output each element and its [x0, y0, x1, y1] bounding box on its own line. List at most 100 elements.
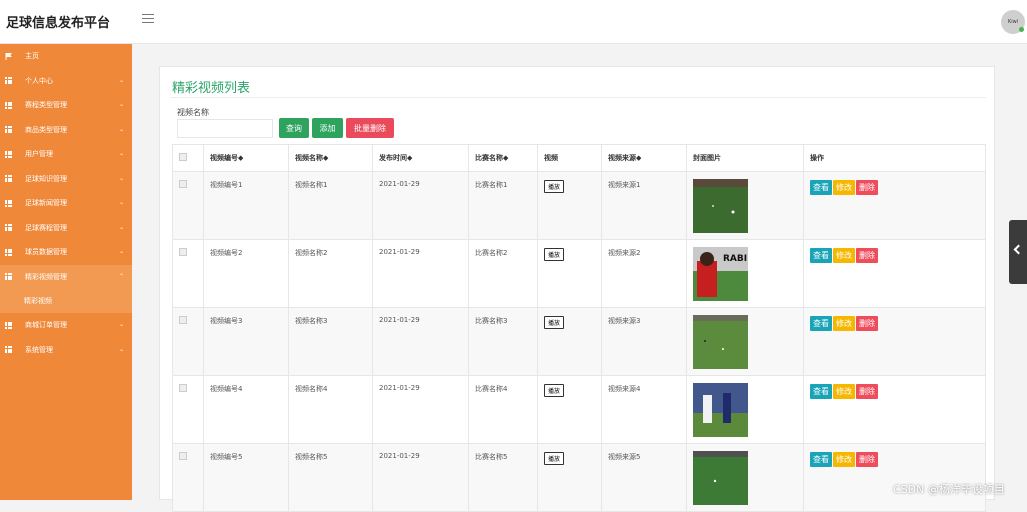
- avatar[interactable]: Kiwi: [1001, 10, 1025, 34]
- play-button[interactable]: 播放: [544, 452, 565, 465]
- row-checkbox[interactable]: [179, 384, 187, 392]
- match-name: 比赛名称4: [468, 375, 538, 444]
- delete-button[interactable]: 删除: [856, 316, 878, 331]
- search-button[interactable]: 查询: [279, 118, 309, 138]
- side-drawer-toggle[interactable]: [1009, 220, 1027, 284]
- publish-date: 2021-01-29: [372, 443, 469, 512]
- thumb-caption: RABI: [723, 254, 747, 264]
- sidebar-item-label: 主页: [25, 52, 39, 61]
- col-header[interactable]: 视频名称◆: [288, 144, 373, 172]
- row-select-cell: [172, 307, 204, 376]
- edit-button[interactable]: 修改: [833, 248, 855, 263]
- video-cell: 播放: [537, 307, 602, 376]
- chevron-down-icon: ⌄: [118, 199, 124, 206]
- match-name: 比赛名称2: [468, 239, 538, 308]
- batch-delete-button[interactable]: 批量删除: [346, 118, 394, 138]
- sidebar-item-knowledge[interactable]: 足球知识管理 ⌄: [0, 167, 132, 192]
- menu-toggle-icon[interactable]: [142, 14, 154, 26]
- delete-button[interactable]: 删除: [856, 452, 878, 467]
- col-header[interactable]: 视频来源◆: [601, 144, 687, 172]
- select-all-checkbox[interactable]: [179, 153, 187, 161]
- row-select-cell: [172, 171, 204, 240]
- play-button[interactable]: 播放: [544, 248, 565, 261]
- publish-date: 2021-01-29: [372, 307, 469, 376]
- sidebar-item-news[interactable]: 足球新闻管理 ⌄: [0, 191, 132, 216]
- sidebar-item-home[interactable]: 主页: [0, 44, 132, 69]
- sidebar-item-profile[interactable]: 个人中心 ⌄: [0, 69, 132, 94]
- add-button[interactable]: 添加: [312, 118, 343, 138]
- sidebar-item-schedule[interactable]: 足球赛程管理 ⌄: [0, 216, 132, 241]
- cover-cell: RABI: [686, 239, 804, 308]
- match-name: 比赛名称1: [468, 171, 538, 240]
- sidebar-item-label: 个人中心: [25, 76, 53, 85]
- video-name: 视频名称2: [288, 239, 373, 308]
- video-code: 视频编号1: [203, 171, 289, 240]
- col-header[interactable]: 比赛名称◆: [468, 144, 538, 172]
- col-header: 封面图片: [686, 144, 804, 172]
- sidebar-item-orders[interactable]: 商城订单管理 ⌄: [0, 313, 132, 338]
- online-status-icon: [1019, 27, 1024, 32]
- video-source: 视频来源2: [601, 239, 687, 308]
- chevron-down-icon: ⌄: [118, 248, 124, 255]
- actions-cell: 查看 修改 删除: [803, 443, 986, 512]
- view-button[interactable]: 查看: [810, 180, 832, 195]
- row-checkbox[interactable]: [179, 316, 187, 324]
- edit-button[interactable]: 修改: [833, 452, 855, 467]
- publish-date: 2021-01-29: [372, 171, 469, 240]
- row-checkbox[interactable]: [179, 180, 187, 188]
- col-header[interactable]: 视频编号◆: [203, 144, 289, 172]
- row-checkbox[interactable]: [179, 452, 187, 460]
- publish-date: 2021-01-29: [372, 239, 469, 308]
- edit-button[interactable]: 修改: [833, 316, 855, 331]
- chevron-left-icon: [1013, 244, 1024, 255]
- watermark: CSDN @杨洋毕设项目: [893, 483, 1005, 496]
- video-cell: 播放: [537, 443, 602, 512]
- view-button[interactable]: 查看: [810, 316, 832, 331]
- table-row: 视频编号5 视频名称5 2021-01-29 比赛名称5 播放 视频来源5 查看 修改 删除: [172, 443, 986, 512]
- sidebar-item-label: 商品类型管理: [25, 125, 67, 134]
- col-header-label: 发布时间: [379, 154, 407, 162]
- grid-icon: [5, 175, 12, 183]
- video-code: 视频编号4: [203, 375, 289, 444]
- sidebar-item-players[interactable]: 球员数据管理 ⌄: [0, 240, 132, 265]
- play-button[interactable]: 播放: [544, 180, 565, 193]
- row-select-cell: [172, 443, 204, 512]
- chevron-down-icon: ⌄: [118, 321, 124, 328]
- video-name: 视频名称1: [288, 171, 373, 240]
- edit-button[interactable]: 修改: [833, 180, 855, 195]
- edit-button[interactable]: 修改: [833, 384, 855, 399]
- play-button[interactable]: 播放: [544, 384, 565, 397]
- sidebar-item-users[interactable]: 用户管理 ⌄: [0, 142, 132, 167]
- col-header-label: 操作: [810, 154, 824, 162]
- sidebar-item-schedule-type[interactable]: 赛程类型管理 ⌄: [0, 93, 132, 118]
- grid-icon: [5, 321, 12, 329]
- actions-cell: 查看 修改 删除: [803, 375, 986, 444]
- view-button[interactable]: 查看: [810, 452, 832, 467]
- search-label: 视频名称: [177, 108, 209, 117]
- sidebar-item-label: 足球新闻管理: [25, 199, 67, 208]
- content-panel: 精彩视频列表 视频名称 查询 添加 批量删除 视频编号◆ 视频名称◆ 发布时间◆…: [159, 66, 995, 512]
- sidebar-item-product-type[interactable]: 商品类型管理 ⌄: [0, 118, 132, 143]
- delete-button[interactable]: 删除: [856, 248, 878, 263]
- sidebar-item-videos[interactable]: 精彩视频管理 ⌃: [0, 264, 132, 289]
- play-button[interactable]: 播放: [544, 316, 565, 329]
- view-button[interactable]: 查看: [810, 384, 832, 399]
- delete-button[interactable]: 删除: [856, 384, 878, 399]
- sidebar-item-label: 系统管理: [25, 345, 53, 354]
- cover-image: [693, 315, 748, 369]
- sort-icon: ◆: [407, 154, 413, 162]
- sidebar-subitem-videos[interactable]: 精彩视频: [0, 289, 132, 313]
- grid-icon: [5, 150, 12, 158]
- col-header-label: 比赛名称: [475, 154, 503, 162]
- row-checkbox[interactable]: [179, 248, 187, 256]
- sidebar-item-label: 赛程类型管理: [25, 101, 67, 110]
- cover-image: [693, 451, 748, 505]
- row-select-cell: [172, 239, 204, 308]
- sidebar-item-label: 精彩视频管理: [25, 272, 67, 281]
- delete-button[interactable]: 删除: [856, 180, 878, 195]
- view-button[interactable]: 查看: [810, 248, 832, 263]
- col-header[interactable]: 发布时间◆: [372, 144, 469, 172]
- search-input[interactable]: [177, 119, 273, 138]
- cover-cell: [686, 307, 804, 376]
- sidebar-item-system[interactable]: 系统管理 ⌄: [0, 338, 132, 363]
